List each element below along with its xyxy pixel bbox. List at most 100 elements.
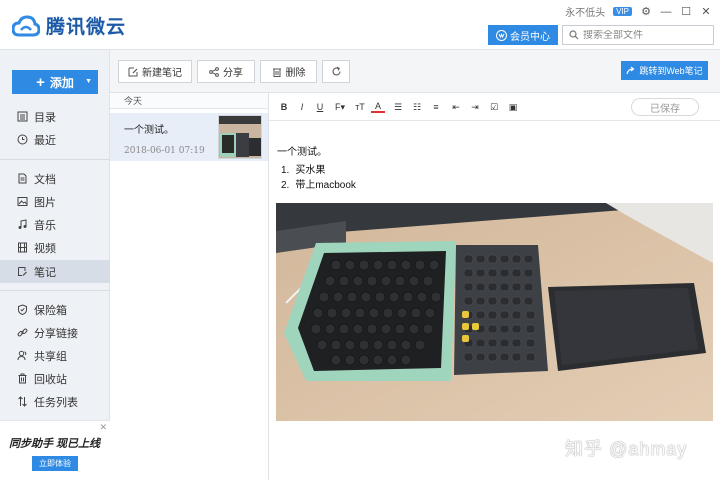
sidebar-item-music[interactable]: 音乐 [0, 213, 110, 236]
plus-icon: + [36, 73, 45, 91]
outdent-icon[interactable]: ⇤ [449, 101, 463, 113]
checkbox-icon[interactable]: ☑ [487, 101, 501, 113]
sidebar-item-directory[interactable]: 目录 [0, 105, 110, 128]
sidebar-item-label: 共享组 [34, 350, 67, 363]
ordered-list-icon[interactable]: ☰ [391, 101, 405, 113]
sidebar-item-recycle-bin[interactable]: 回收站 [0, 367, 110, 390]
format-toolbar: B I U F▾ тT A ☰ ☷ ≡ ⇤ ⇥ ☑ ▣ 已保存 [269, 93, 720, 121]
directory-icon [17, 111, 28, 122]
sidebar-divider [0, 290, 110, 291]
sidebar-item-videos[interactable]: 视频 [0, 236, 110, 259]
title-bar: 腾讯微云 永不低头 VIP ⚙ — ☐ ✕ 会员中心 [0, 0, 720, 50]
window-controls: 永不低头 VIP ⚙ — ☐ ✕ [565, 4, 712, 20]
note-body-title[interactable]: 一个测试。 [277, 143, 327, 158]
sidebar-item-label: 保险箱 [34, 304, 67, 317]
vip-crown-icon [496, 29, 507, 41]
font-color-icon[interactable]: A [371, 101, 385, 113]
unordered-list-icon[interactable]: ☷ [410, 101, 424, 113]
redirect-arrow-icon [626, 66, 635, 74]
link-icon [17, 328, 28, 337]
member-center-label: 会员中心 [510, 31, 550, 43]
app-name: 腾讯微云 [46, 17, 127, 38]
trash-icon [18, 373, 27, 384]
list-item[interactable]: 一个测试。 2018-06-01 07:19 [110, 113, 268, 161]
sidebar-item-label: 最近 [34, 134, 56, 147]
note-list: 今天 一个测试。 2018-06-01 07:19 [110, 93, 269, 480]
document-icon [18, 173, 27, 184]
new-note-label: 新建笔记 [142, 68, 182, 79]
sidebar-item-label: 分享链接 [34, 327, 78, 340]
note-thumbnail [218, 115, 262, 159]
refresh-button[interactable] [322, 60, 350, 83]
video-icon [18, 242, 27, 253]
sidebar-item-label: 视频 [34, 242, 56, 255]
trash-icon [272, 68, 281, 77]
sidebar-item-task-list[interactable]: 任务列表 [0, 390, 110, 413]
sidebar-item-share-links[interactable]: 分享链接 [0, 321, 110, 344]
music-icon [18, 219, 27, 229]
minimize-icon[interactable]: — [660, 6, 672, 18]
sidebar-item-images[interactable]: 图片 [0, 190, 110, 213]
share-button[interactable]: 分享 [197, 60, 255, 83]
list-marker: 2. [281, 180, 290, 191]
app-logo: 腾讯微云 [12, 12, 126, 39]
font-size-icon[interactable]: тT [352, 101, 368, 113]
sidebar-item-label: 文档 [34, 173, 56, 186]
gear-icon[interactable]: ⚙ [640, 6, 652, 18]
sidebar-item-documents[interactable]: 文档 [0, 167, 110, 190]
sync-promo-banner: ✕ 同步助手 现已上线 立即体验 [0, 420, 110, 480]
note-title: 一个测试。 [124, 125, 174, 136]
font-family-icon[interactable]: F▾ [333, 101, 347, 113]
sidebar-item-label: 音乐 [34, 219, 56, 232]
caret-down-icon[interactable]: ▼ [85, 78, 92, 85]
close-icon[interactable]: ✕ [700, 6, 712, 18]
sidebar-item-shared-groups[interactable]: 共享组 [0, 344, 110, 367]
sidebar-item-label: 笔记 [34, 266, 56, 279]
sidebar-item-label: 图片 [34, 196, 56, 209]
share-label: 分享 [223, 68, 243, 79]
sidebar-item-vault[interactable]: 保险箱 [0, 298, 110, 321]
sidebar-item-label: 回收站 [34, 373, 67, 386]
list-marker: 1. [281, 165, 290, 176]
vip-badge: VIP [613, 7, 632, 16]
share-icon [209, 66, 219, 77]
sidebar-divider [0, 159, 110, 160]
delete-button[interactable]: 删除 [260, 60, 317, 83]
italic-icon[interactable]: I [295, 101, 309, 113]
search-input[interactable] [583, 29, 713, 41]
open-web-note-button[interactable]: 跳转到Web笔记 [621, 61, 708, 80]
shield-icon [18, 304, 27, 315]
close-icon[interactable]: ✕ [99, 422, 107, 433]
search-box[interactable] [562, 25, 714, 45]
list-item-text: 带上macbook [295, 180, 356, 191]
member-center-button[interactable]: 会员中心 [488, 25, 558, 45]
note-icon [18, 267, 27, 276]
note-embedded-photo[interactable] [276, 203, 713, 421]
promo-title: 同步助手 现已上线 [9, 438, 101, 450]
note-body-list[interactable]: 1. 买水果 2. 带上macbook [281, 163, 356, 193]
try-now-button[interactable]: 立即体验 [32, 456, 78, 471]
insert-image-icon[interactable]: ▣ [506, 101, 520, 113]
maximize-icon[interactable]: ☐ [680, 6, 692, 18]
transfer-icon [18, 396, 27, 407]
bold-icon[interactable]: B [277, 101, 291, 113]
sidebar: + 添加 ▼ 目录 最近 文档 图片 音乐 视频 笔记 保险箱 分享链接 共享组… [0, 50, 110, 480]
new-note-button[interactable]: 新建笔记 [118, 60, 192, 83]
open-web-note-label: 跳转到Web笔记 [639, 66, 703, 76]
add-label: 添加 [49, 75, 74, 90]
list-item: 2. 带上macbook [281, 178, 356, 193]
underline-icon[interactable]: U [313, 101, 327, 113]
notes-toolbar: 新建笔记 分享 删除 跳转到Web笔记 [110, 50, 720, 93]
search-icon [569, 30, 579, 40]
saved-status-badge: 已保存 [631, 98, 699, 116]
align-icon[interactable]: ≡ [429, 101, 443, 113]
sidebar-item-notes[interactable]: 笔记 [0, 260, 110, 283]
list-item: 1. 买水果 [281, 163, 356, 178]
sidebar-item-recent[interactable]: 最近 [0, 128, 110, 151]
user-status-text[interactable]: 永不低头 [565, 4, 605, 19]
add-button[interactable]: + 添加 ▼ [12, 70, 98, 94]
sidebar-item-label: 目录 [34, 111, 56, 124]
indent-icon[interactable]: ⇥ [468, 101, 482, 113]
image-icon [17, 197, 28, 206]
refresh-icon [331, 66, 341, 76]
